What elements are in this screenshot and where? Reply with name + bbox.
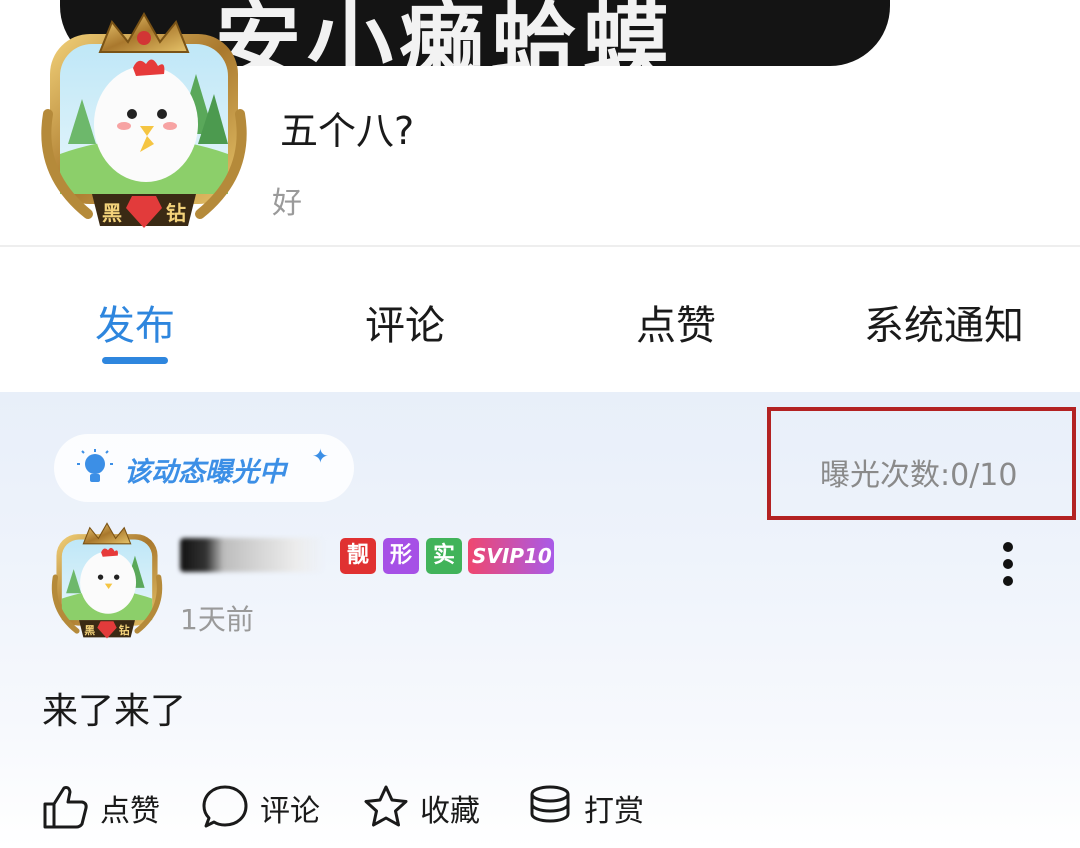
more-options-icon[interactable]: [998, 542, 1018, 588]
badge-svip: SVIP10: [468, 538, 554, 574]
svg-text:钻: 钻: [119, 624, 130, 637]
active-tab-indicator: [102, 357, 168, 364]
tab-comments[interactable]: 评论: [365, 293, 445, 351]
tab-bar: 发布 评论 点赞 系统通知: [0, 247, 1080, 392]
post-content: 来了来了: [42, 691, 187, 732]
sparkle-icon: ✦: [312, 444, 329, 468]
svg-text:钻: 钻: [166, 201, 186, 225]
badge-liang: 靓: [340, 538, 376, 574]
svg-text:黑: 黑: [102, 201, 122, 225]
like-label: 点赞: [100, 794, 160, 829]
post-feed: 该动态曝光中 ✦ 曝光次数:0/10 黑 钻 靓 形 实 SVIP10 1天前 …: [0, 392, 1080, 848]
exposure-status-pill[interactable]: 该动态曝光中: [54, 434, 354, 502]
collect-label: 收藏: [420, 794, 480, 829]
tab-system-notifications[interactable]: 系统通知: [864, 293, 1024, 351]
comment-label: 评论: [260, 794, 320, 829]
exposure-status-label: 该动态曝光中: [124, 457, 286, 488]
banner-text: 安小癞蛤蟆: [215, 0, 675, 66]
annotation-highlight-box: [767, 407, 1076, 520]
coins-icon: [530, 785, 570, 823]
profile-bio: 好: [272, 186, 302, 221]
profile-avatar[interactable]: 黑 钻: [28, 4, 260, 242]
badge-shi: 实: [426, 538, 462, 574]
reward-label: 打赏: [584, 794, 644, 829]
post-author-name-redacted[interactable]: [180, 538, 325, 572]
thumbs-up-icon: [43, 786, 88, 829]
tab-publish[interactable]: 发布: [95, 293, 175, 351]
star-icon: [364, 785, 408, 827]
svg-text:黑: 黑: [84, 624, 95, 637]
lightbulb-icon: [77, 449, 113, 482]
post-author-avatar[interactable]: 黑 钻: [44, 518, 170, 646]
post-time: 1天前: [180, 603, 254, 636]
tab-likes[interactable]: 点赞: [636, 293, 716, 351]
profile-nickname: 五个八?: [280, 109, 415, 153]
badge-xing: 形: [383, 538, 419, 574]
comment-icon: [202, 785, 248, 828]
